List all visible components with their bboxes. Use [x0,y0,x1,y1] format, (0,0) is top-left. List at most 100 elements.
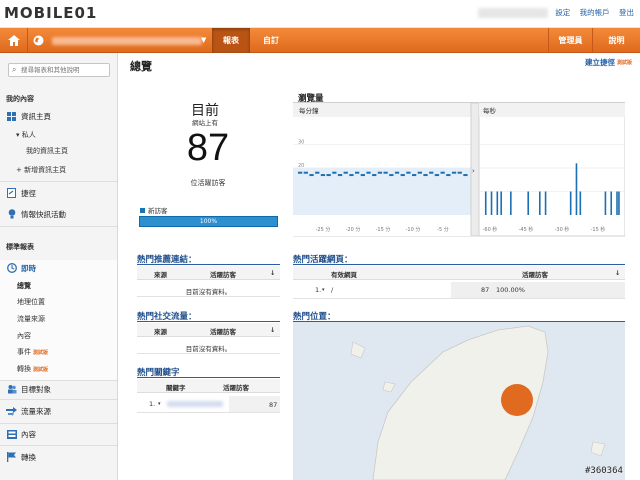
sidebar-item-locations[interactable]: 地理位置 [17,297,45,307]
sidebar-item-acquisition[interactable]: 流量來源 [0,403,117,419]
divider [0,423,117,424]
tab-custom[interactable]: 自訂 [252,28,290,53]
sidebar-item-intelligence[interactable]: 情報快訊活動 [0,206,117,222]
minute-bar [394,171,400,174]
islet [382,381,396,393]
sort-down-icon[interactable]: ↓ [270,326,275,334]
home-icon[interactable] [0,28,28,53]
location-map[interactable] [293,322,625,480]
divider [0,445,117,446]
col-keyword[interactable]: 關鍵字 [166,382,186,392]
col-page[interactable]: 有效網頁 [331,269,357,279]
divider [137,377,280,378]
header-links: 設定 我的帳戶 登出 [548,7,634,18]
row-index: 1. [149,400,156,408]
sidebar-item-shortcuts[interactable]: 捷徑 [0,185,117,201]
second-bar [610,191,613,215]
table-row[interactable]: 1. ▾ / 87 100.00% [293,282,625,299]
second-bar [510,191,512,215]
chevron-right-icon[interactable]: › [472,167,475,175]
minute-bar [309,174,314,177]
sidebar-item-overview[interactable]: 總覽 [17,281,31,291]
active-visitors-count: 87 [186,127,230,169]
account-email [478,8,548,18]
col-source[interactable]: 來源 [154,269,167,279]
arrows-icon [6,406,17,416]
keyword-value [167,401,223,407]
islet [350,341,366,359]
minute-bar [446,174,451,177]
search-box[interactable]: ⌕ [8,63,110,77]
col-active[interactable]: 活躍訪客 [223,382,249,392]
sidebar-item-audience[interactable]: 目標對象 [0,381,117,397]
sidebar-item-dashboards[interactable]: 資訊主頁 [0,108,117,124]
page-path: / [331,286,334,294]
sidebar-item-content-reports[interactable]: 內容 [0,426,117,442]
minute-bar [332,171,337,174]
sidebar-item-conversions[interactable]: 轉換 [0,449,117,465]
second-panel-header [479,103,625,117]
row-count: 87 [269,401,278,409]
x-tick-label: -30 秒 [555,226,570,233]
sidebar-item-label: 即時 [21,263,36,273]
site-logo[interactable]: MOBILE01 [4,4,97,22]
second-bar [484,191,487,215]
sidebar-item-traffic-sources[interactable]: 流量來源 [17,314,45,324]
sidebar-item-label: 目標對象 [21,384,51,394]
col-active[interactable]: 活躍訪客 [210,326,236,336]
expand-icon[interactable]: ▾ [158,401,161,407]
minute-bar [326,174,331,177]
minute-bar [360,174,365,177]
sidebar-item-realtime[interactable]: 即時 [0,260,117,276]
col-active[interactable]: 活躍訪客 [210,269,236,279]
minute-bar [423,174,428,177]
x-tick-label: -10 分 [406,226,421,233]
tab-help[interactable]: 說明 [592,28,640,53]
sidebar-item-new-dashboard[interactable]: + 新增資訊主頁 [16,165,66,175]
social-header: 來源 活躍訪客 ↓ [137,323,280,337]
divider [293,264,625,265]
create-shortcut-link[interactable]: 建立捷徑 [585,57,615,68]
settings-link[interactable]: 設定 [555,8,570,17]
logout-link[interactable]: 登出 [619,8,634,17]
beta-badge: 測試版 [33,367,49,373]
keywords-header: 關鍵字 活躍訪客 [137,379,280,393]
sidebar-item-events[interactable]: 事件 測試版 [17,347,48,357]
sidebar-item-content[interactable]: 內容 [17,331,31,341]
location-marker[interactable] [501,384,533,416]
expand-icon[interactable]: ▾ [322,287,325,293]
flag-icon [6,452,17,462]
sort-down-icon[interactable]: ↓ [615,269,620,277]
minute-bar [417,171,422,174]
chevron-down-icon[interactable]: ▼ [201,36,206,44]
content-icon [6,429,17,439]
minute-bar [355,171,360,174]
my-account-link[interactable]: 我的帳戶 [580,8,610,17]
site-selector[interactable] [52,37,202,45]
minute-bar [463,174,468,177]
col-active[interactable]: 活躍訪客 [522,269,548,279]
sort-down-icon[interactable]: ↓ [270,269,275,277]
sidebar-item-my-dashboard[interactable]: 我的資訊主頁 [26,146,68,156]
table-row[interactable]: 1. ▾ 87 [137,396,280,413]
second-bar [575,163,578,215]
tab-reports[interactable]: 報表 [212,28,250,53]
search-input[interactable] [21,65,107,75]
divider [137,264,280,265]
minute-bar [440,171,445,174]
tab-admin[interactable]: 管理員 [548,28,592,53]
divider [0,181,117,182]
globe-icon[interactable] [28,28,48,53]
referrals-empty-row: 目前沒有資料。 [137,282,280,297]
social-empty-row: 目前沒有資料。 [137,339,280,354]
page-title: 總覽 [130,60,152,73]
col-source[interactable]: 來源 [154,326,167,336]
divider [0,399,117,400]
islet [590,441,606,457]
minute-bar [366,171,371,174]
sidebar-item-private[interactable]: ▾ 私人 [16,130,36,140]
clock-icon [6,263,17,273]
sidebar-item-conversions-rt[interactable]: 轉換 測試版 [17,364,48,374]
minute-bar [343,171,348,174]
empty-message: 目前沒有資料。 [185,345,232,353]
